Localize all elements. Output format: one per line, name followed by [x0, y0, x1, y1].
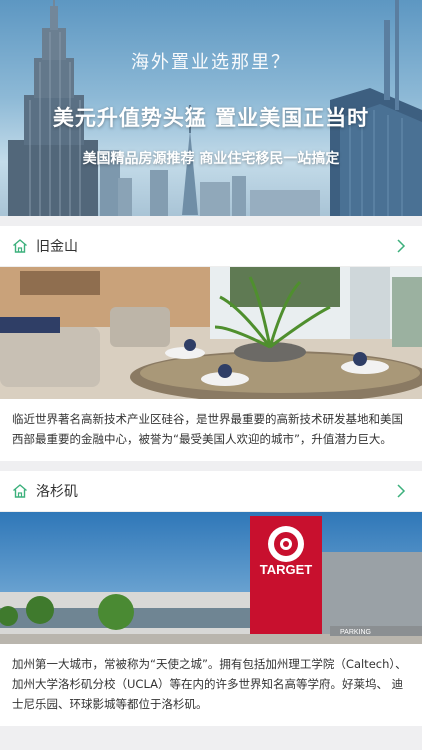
city-card-header[interactable]: 旧金山: [0, 226, 422, 267]
city-photo: TARGET PARKING: [0, 512, 422, 644]
city-photo: [0, 267, 422, 399]
city-description: 加州第一大城市，常被称为“天使之城”。拥有包括加州理工学院（Caltech）、加…: [12, 657, 407, 711]
city-card-san-francisco[interactable]: 旧金山 临近世界著名高新技术产业区硅谷，是世界最重要的高新技术研发基地和美国西部…: [0, 226, 422, 461]
home-icon: [13, 484, 27, 498]
city-card-los-angeles[interactable]: 洛杉矶 TARGET PARKING 加州第一大城市，常被称为“天使之城”。拥有…: [0, 471, 422, 726]
parking-sign-text: PARKING: [340, 629, 371, 636]
banner-question: 海外置业选那里？: [131, 52, 291, 73]
city-card-header[interactable]: 洛杉矶: [0, 471, 422, 512]
home-icon: [13, 239, 27, 253]
hero-banner[interactable]: 海外置业选那里？ 美元升值势头猛 置业美国正当时 美国精品房源推荐 商业住宅移民…: [0, 0, 422, 216]
chevron-right-icon[interactable]: [396, 239, 406, 253]
banner-headline: 美元升值势头猛 置业美国正当时: [52, 106, 370, 130]
store-sign-text: TARGET: [260, 562, 313, 577]
city-name: 旧金山: [36, 239, 78, 255]
chevron-right-icon[interactable]: [396, 484, 406, 498]
city-description: 临近世界著名高新技术产业区硅谷，是世界最重要的高新技术研发基地和美国西部最重要的…: [12, 412, 403, 446]
banner-subheadline: 美国精品房源推荐 商业住宅移民一站搞定: [82, 151, 340, 167]
city-name: 洛杉矶: [36, 484, 78, 500]
